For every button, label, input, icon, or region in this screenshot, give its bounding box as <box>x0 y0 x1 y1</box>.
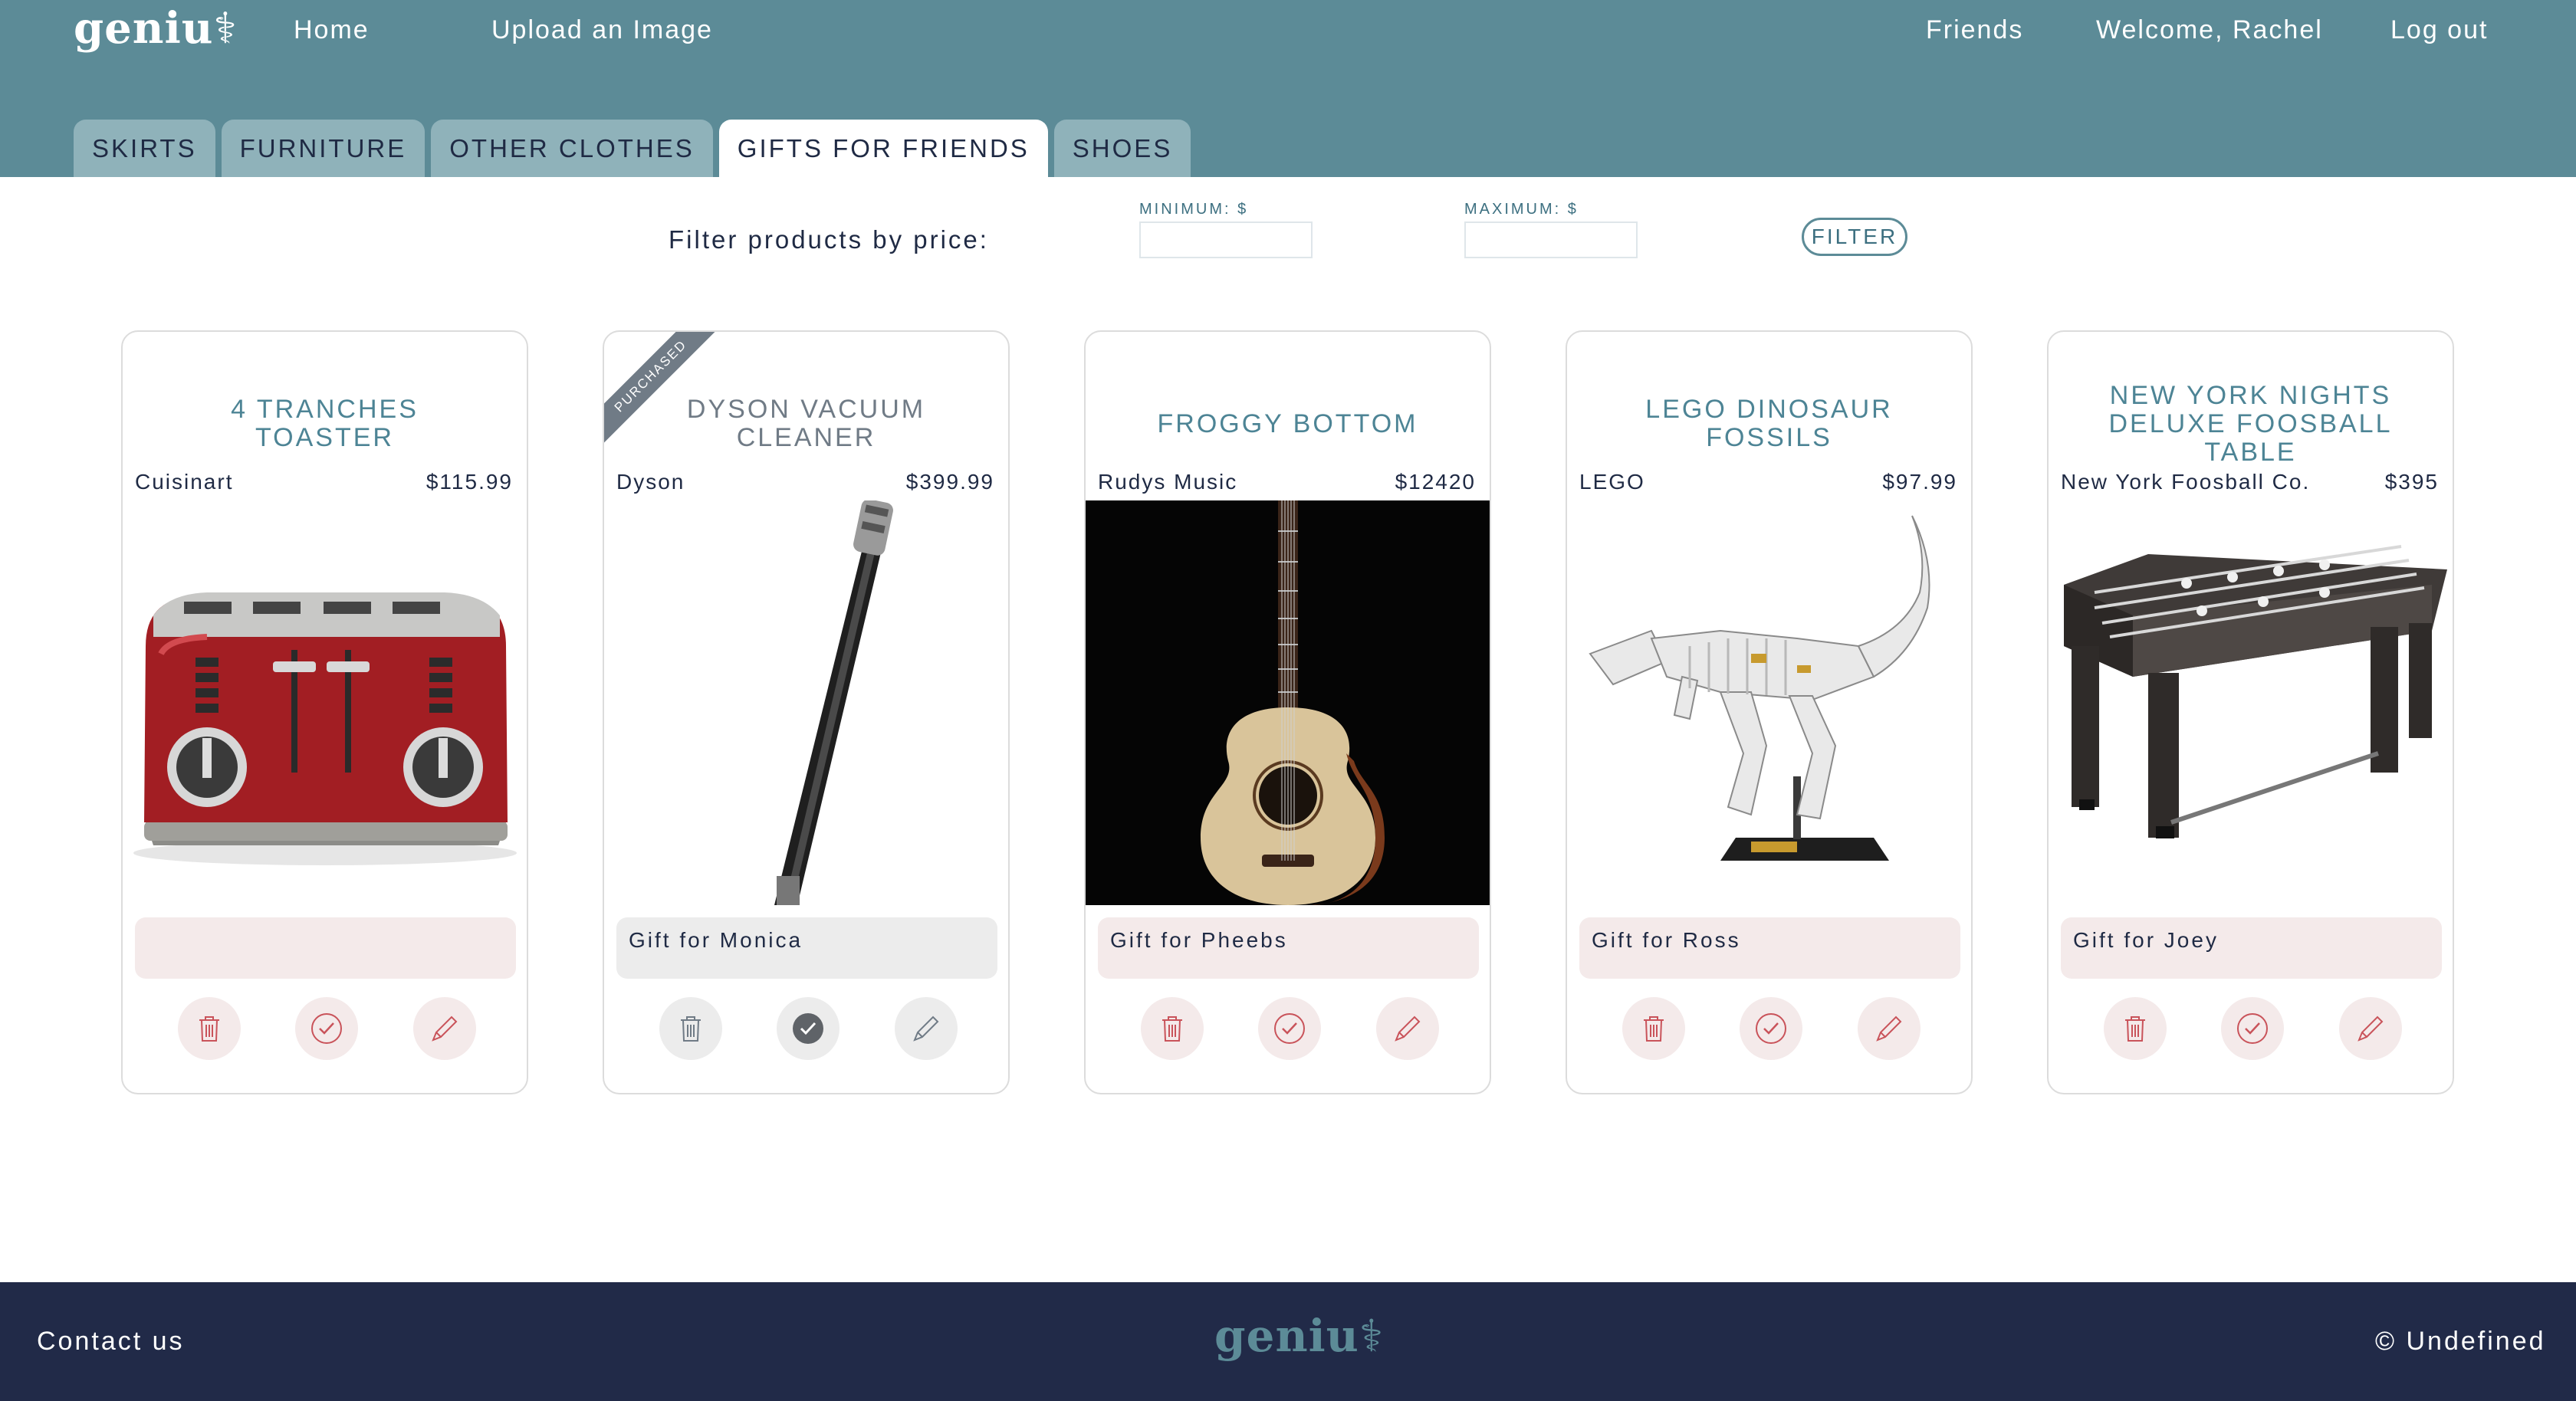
footer-logo: geniu⚕ <box>1214 1310 1384 1362</box>
max-price-input[interactable] <box>1464 221 1638 258</box>
trash-icon <box>1162 1016 1182 1042</box>
nav-home-link[interactable]: Home <box>294 15 370 45</box>
pencil-icon <box>432 1015 458 1042</box>
pencil-icon <box>1395 1015 1421 1042</box>
check-circle-icon <box>1274 1013 1305 1044</box>
min-price-input[interactable] <box>1139 221 1313 258</box>
top-nav-bar: geniu⚕ Home Upload an Image Friends Welc… <box>0 0 2576 177</box>
max-price-field: MAXIMUM: $ <box>1464 201 1638 258</box>
filter-label: Filter products by price: <box>669 225 989 254</box>
card-actions <box>123 997 527 1061</box>
mark-purchased-button[interactable] <box>1740 997 1802 1060</box>
welcome-user-text: Welcome, Rachel <box>2096 15 2323 44</box>
footer-logo-text: geniu <box>1214 1310 1359 1362</box>
product-title: FROGGY BOTTOM <box>1157 408 1418 438</box>
nav-friends-link[interactable]: Friends <box>1926 15 2023 45</box>
vacuum-image[interactable] <box>604 500 1010 905</box>
gift-note: Gift for Joey <box>2061 917 2442 979</box>
card-actions <box>1086 997 1490 1061</box>
trash-icon <box>199 1016 219 1042</box>
card-actions <box>604 997 1008 1061</box>
mark-purchased-button[interactable] <box>1258 997 1321 1060</box>
tab-gifts-for-friends[interactable]: GIFTS FOR FRIENDS <box>718 120 1048 177</box>
gift-note <box>135 917 516 979</box>
edit-button[interactable] <box>1376 997 1439 1060</box>
product-meta: LEGO $97.99 <box>1579 470 1957 494</box>
product-price: $399.99 <box>905 470 994 494</box>
product-card: PURCHASED DYSON VACUUM CLEANER Dyson $39… <box>603 330 1010 1094</box>
product-brand: Rudys Music <box>1098 470 1238 494</box>
foosball-table-image[interactable] <box>2049 500 2454 905</box>
brand-logo-text: geniu <box>74 3 214 54</box>
product-brand: LEGO <box>1579 470 1645 494</box>
footer: Contact us geniu⚕ © Undefined <box>0 1282 2576 1401</box>
tab-skirts[interactable]: SKIRTS <box>74 120 215 177</box>
delete-button[interactable] <box>178 997 241 1060</box>
product-meta: New York Foosball Co. $395 <box>2061 470 2439 494</box>
gift-note: Gift for Ross <box>1579 917 1960 979</box>
pencil-icon <box>1876 1015 1902 1042</box>
product-price: $12420 <box>1395 470 1476 494</box>
edit-button[interactable] <box>895 997 958 1060</box>
product-title: NEW YORK NIGHTS DELUXE FOOSBALL TABLE <box>2108 380 2393 467</box>
edit-button[interactable] <box>1858 997 1921 1060</box>
check-circle-icon <box>311 1013 342 1044</box>
caduceus-icon: ⚕ <box>1359 1310 1385 1362</box>
edit-button[interactable] <box>2339 997 2402 1060</box>
product-title: 4 TRANCHES TOASTER <box>231 395 419 452</box>
brand-logo[interactable]: geniu⚕ <box>74 3 238 54</box>
mark-purchased-button[interactable] <box>777 997 840 1060</box>
dinosaur-skeleton-image[interactable] <box>1567 500 1973 905</box>
mark-purchased-button[interactable] <box>2221 997 2284 1060</box>
product-meta: Rudys Music $12420 <box>1098 470 1476 494</box>
contact-us-link[interactable]: Contact us <box>37 1327 185 1357</box>
check-circle-icon <box>793 1013 823 1044</box>
gift-note: Gift for Pheebs <box>1098 917 1479 979</box>
caduceus-icon: ⚕ <box>213 4 238 54</box>
min-price-field: MINIMUM: $ <box>1139 201 1313 258</box>
product-card: LEGO DINOSAUR FOSSILS LEGO $97.99 Gift f… <box>1566 330 1973 1094</box>
min-price-label: MINIMUM: $ <box>1139 201 1249 218</box>
trash-icon <box>2125 1016 2145 1042</box>
check-circle-icon <box>2237 1013 2268 1044</box>
product-meta: Dyson $399.99 <box>616 470 994 494</box>
delete-button[interactable] <box>1622 997 1685 1060</box>
toaster-image[interactable] <box>123 500 528 905</box>
delete-button[interactable] <box>1141 997 1204 1060</box>
product-price: $395 <box>2384 470 2439 494</box>
product-brand: New York Foosball Co. <box>2061 470 2311 494</box>
product-title: LEGO DINOSAUR FOSSILS <box>1645 395 1893 452</box>
tab-other-clothes[interactable]: OTHER CLOTHES <box>431 120 713 177</box>
product-brand: Dyson <box>616 470 685 494</box>
pencil-icon <box>2358 1015 2384 1042</box>
product-price: $97.99 <box>1882 470 1957 494</box>
nav-upload-link[interactable]: Upload an Image <box>491 15 713 45</box>
mark-purchased-button[interactable] <box>295 997 358 1060</box>
filter-button[interactable]: FILTER <box>1802 218 1907 256</box>
product-card: 4 TRANCHES TOASTER Cuisinart $115.99 <box>121 330 528 1094</box>
pencil-icon <box>913 1015 939 1042</box>
tab-shoes[interactable]: SHOES <box>1053 120 1191 177</box>
copyright-text: © Undefined <box>2375 1327 2546 1356</box>
product-meta: Cuisinart $115.99 <box>135 470 513 494</box>
guitar-image[interactable] <box>1086 500 1491 905</box>
trash-icon <box>1644 1016 1664 1042</box>
tab-furniture[interactable]: FURNITURE <box>221 120 426 177</box>
product-card: FROGGY BOTTOM Rudys Music $12420 Gift fo… <box>1084 330 1491 1094</box>
product-brand: Cuisinart <box>135 470 234 494</box>
check-circle-icon <box>1756 1013 1786 1044</box>
trash-icon <box>681 1016 701 1042</box>
product-card: NEW YORK NIGHTS DELUXE FOOSBALL TABLE Ne… <box>2047 330 2454 1094</box>
delete-button[interactable] <box>2104 997 2167 1060</box>
edit-button[interactable] <box>413 997 476 1060</box>
max-price-label: MAXIMUM: $ <box>1464 201 1579 218</box>
product-title: DYSON VACUUM CLEANER <box>686 395 926 452</box>
product-price: $115.99 <box>426 470 513 494</box>
category-tabs: SKIRTS FURNITURE OTHER CLOTHES GIFTS FOR… <box>74 120 1191 177</box>
delete-button[interactable] <box>659 997 722 1060</box>
gift-note: Gift for Monica <box>616 917 997 979</box>
card-actions <box>2049 997 2453 1061</box>
logout-link[interactable]: Log out <box>2390 15 2488 45</box>
card-actions <box>1567 997 1971 1061</box>
